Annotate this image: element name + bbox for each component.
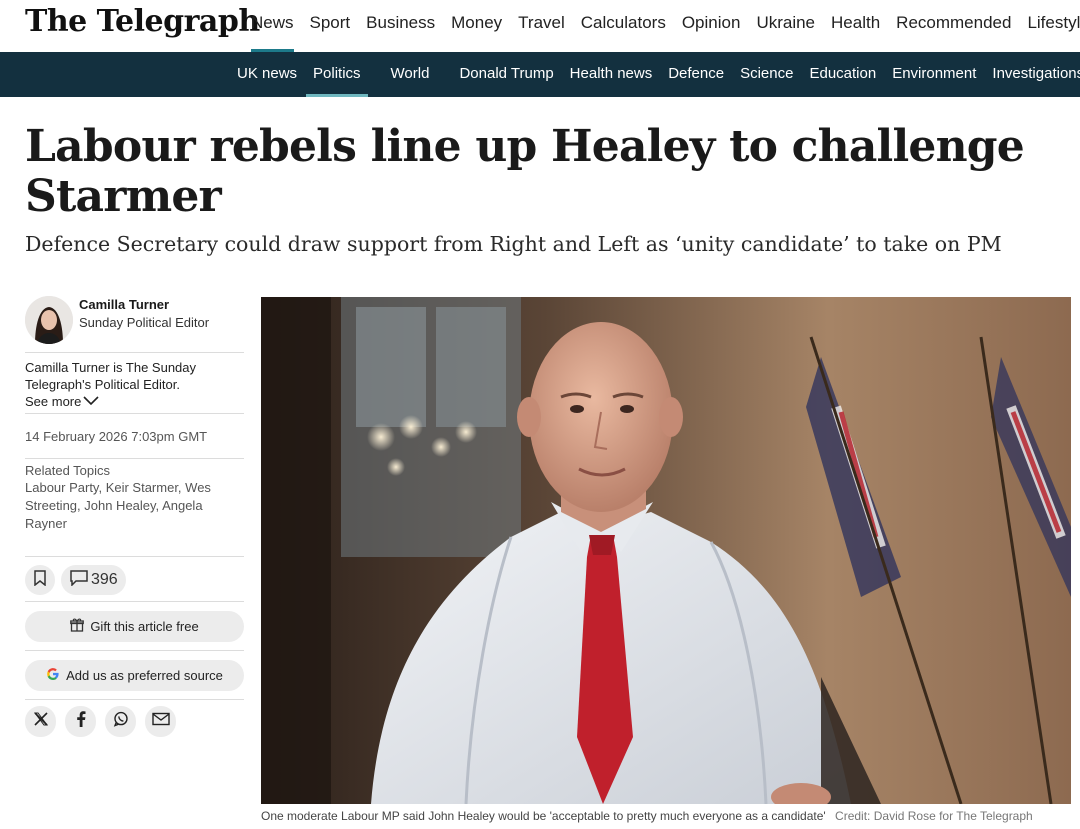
article-headline: Labour rebels line up Healey to challeng… [25, 121, 1025, 222]
related-topics-list[interactable]: Labour Party, Keir Starmer, Wes Streetin… [25, 478, 244, 556]
author-block: Camilla Turner Sunday Political Editor [25, 296, 244, 352]
section-nav: UK news Politics World Donald Trump Heal… [0, 52, 1080, 97]
share-whatsapp-button[interactable] [105, 706, 136, 737]
section-nav-world[interactable]: World [391, 52, 430, 97]
main-nav-news[interactable]: News [251, 0, 310, 52]
main-nav-recommended[interactable]: Recommended [896, 0, 1027, 52]
share-facebook-button[interactable] [65, 706, 96, 737]
main-nav-lifestyle[interactable]: Lifestyle [1027, 0, 1080, 52]
section-nav-defence[interactable]: Defence [668, 52, 724, 97]
bookmark-button[interactable] [25, 565, 55, 595]
article-actions: 396 [25, 557, 244, 601]
comments-button[interactable]: 396 [61, 565, 126, 595]
author-role: Sunday Political Editor [79, 315, 210, 330]
hero-photo-john-healey[interactable] [261, 297, 1071, 804]
preferred-source-button[interactable]: Add us as preferred source [25, 660, 244, 691]
share-x-button[interactable] [25, 706, 56, 737]
gift-article-button[interactable]: Gift this article free [25, 611, 244, 642]
article-standfirst: Defence Secretary could draw support fro… [25, 232, 1002, 256]
photo-caption: One moderate Labour MP said John Healey … [261, 809, 1071, 823]
section-nav-uk-news[interactable]: UK news [237, 52, 297, 97]
whatsapp-icon [113, 711, 129, 732]
main-nav-calculators[interactable]: Calculators [581, 0, 682, 52]
divider [25, 601, 244, 602]
section-nav-health-news[interactable]: Health news [570, 52, 653, 97]
section-nav-environment[interactable]: Environment [892, 52, 976, 97]
see-more-button[interactable]: See more [25, 393, 99, 410]
main-nav-health[interactable]: Health [831, 0, 896, 52]
main-nav-travel[interactable]: Travel [518, 0, 581, 52]
preferred-source-label: Add us as preferred source [66, 668, 223, 683]
section-nav-investigations[interactable]: Investigations [992, 52, 1080, 97]
section-nav-politics[interactable]: Politics [306, 52, 367, 97]
author-avatar[interactable] [25, 296, 73, 344]
top-bar: The Telegraph News Sport Business Money … [0, 0, 1080, 52]
main-nav-opinion[interactable]: Opinion [682, 0, 757, 52]
author-bio-text: Camilla Turner is The Sunday Telegraph's… [25, 360, 197, 392]
related-topics-title: Related Topics [25, 463, 111, 478]
main-nav-business[interactable]: Business [366, 0, 451, 52]
x-icon [33, 712, 48, 731]
google-icon [46, 667, 60, 684]
gift-article-label: Gift this article free [90, 619, 199, 634]
share-email-button[interactable] [145, 706, 176, 737]
section-nav-donald-trump[interactable]: Donald Trump [459, 52, 553, 97]
author-name[interactable]: Camilla Turner [79, 297, 169, 312]
photo-credit: Credit: David Rose for The Telegraph [835, 809, 1033, 823]
article-sidebar: Camilla Turner Sunday Political Editor C… [25, 296, 244, 737]
main-nav: News Sport Business Money Travel Calcula… [251, 0, 1080, 52]
divider [25, 650, 244, 651]
bookmark-icon [33, 569, 47, 591]
gift-icon [70, 618, 85, 635]
comment-icon [69, 569, 89, 591]
facebook-icon [76, 711, 86, 732]
main-nav-sport[interactable]: Sport [310, 0, 367, 52]
telegraph-logo[interactable]: The Telegraph [25, 4, 260, 39]
main-nav-ukraine[interactable]: Ukraine [756, 0, 831, 52]
section-nav-science[interactable]: Science [740, 52, 793, 97]
publish-date: 14 February 2026 7:03pm GMT [25, 429, 208, 444]
author-bio: Camilla Turner is The Sunday Telegraph's… [25, 353, 244, 413]
see-more-label: See more [25, 394, 82, 409]
email-icon [151, 712, 170, 731]
chevron-down-icon [83, 393, 99, 410]
section-nav-education[interactable]: Education [809, 52, 876, 97]
main-nav-money[interactable]: Money [451, 0, 518, 52]
share-buttons [25, 700, 244, 737]
comment-count: 396 [91, 571, 118, 588]
photo-caption-text: One moderate Labour MP said John Healey … [261, 809, 826, 823]
